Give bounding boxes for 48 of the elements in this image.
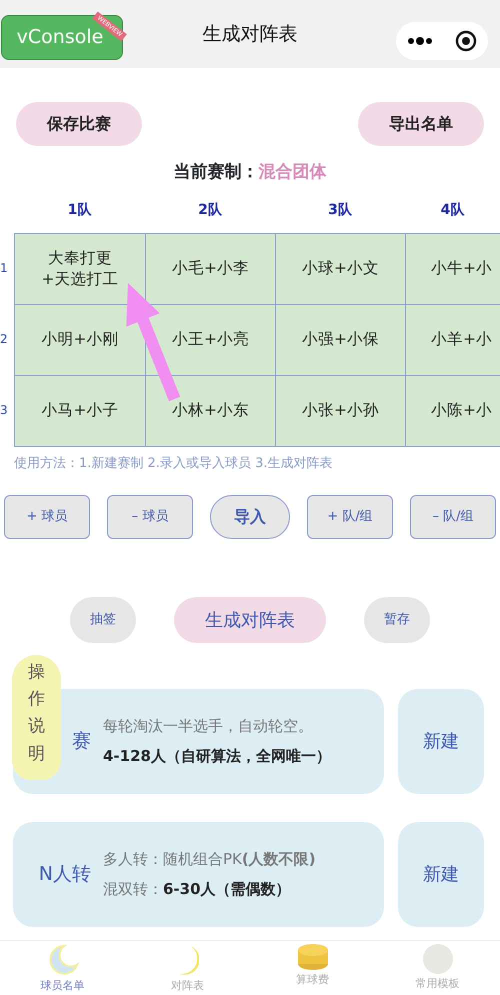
table-cell[interactable]: 小林+小东 (145, 374, 276, 446)
tool-button[interactable]: – 队/组 (410, 495, 496, 539)
format-line: 混双转：6-30人（需偶数） (103, 880, 292, 899)
action-button[interactable]: 抽签 (70, 597, 136, 643)
table-cell[interactable]: 大奉打更 +天选打工 (14, 232, 146, 304)
usage-text: 使用方法：1.新建赛制 2.录入或导入球员 3.生成对阵表 (13, 454, 334, 472)
tool-button[interactable]: + 球员 (4, 495, 90, 539)
top-button[interactable]: 保存比赛 (16, 102, 142, 146)
column-header: 1队 (66, 200, 92, 220)
row-number: 2 (0, 331, 9, 348)
table-cell[interactable]: 小强+小保 (275, 304, 406, 376)
tool-button[interactable]: + 队/组 (307, 495, 393, 539)
new-button[interactable]: 新建 (398, 822, 484, 927)
table-cell[interactable]: 小王+小亮 (145, 304, 276, 376)
format-line: 每轮淘汰一半选手，自动轮空。 (103, 717, 314, 736)
table-cell[interactable]: 小牛+小 (405, 232, 500, 304)
table-cell[interactable]: 小陈+小 (405, 374, 500, 446)
column-header: 3队 (327, 200, 353, 220)
moon-icon (176, 944, 198, 976)
format-line: 多人转：随机组合PK(人数不限) (103, 850, 316, 870)
format-label: 当前赛制： (174, 162, 258, 182)
table-cell[interactable]: 小毛+小李 (145, 232, 276, 304)
coin-icon (298, 944, 328, 970)
row-number: 3 (0, 402, 9, 419)
format-value: 混合团体 (258, 162, 326, 182)
column-header: 2队 (197, 200, 223, 220)
close-target-icon[interactable] (455, 30, 477, 52)
tool-button[interactable]: – 球员 (107, 495, 193, 539)
new-button[interactable]: 新建 (398, 689, 484, 794)
column-header: 4队 (440, 200, 466, 220)
table-cell[interactable]: 小羊+小 (405, 304, 500, 376)
format-title: N人转 (38, 863, 91, 886)
table-cell[interactable]: 小明+小刚 (14, 304, 146, 376)
more-icon[interactable] (407, 37, 433, 45)
format-line: 4-128人（自研算法，全网唯一） (103, 746, 331, 766)
page-title: 生成对阵表 (202, 22, 298, 47)
tool-button[interactable]: 导入 (210, 495, 290, 539)
help-note[interactable]: 操作说明 (12, 655, 61, 780)
action-button[interactable]: 暂存 (364, 597, 430, 643)
action-button[interactable]: 生成对阵表 (174, 597, 326, 643)
format-title: 赛 (72, 730, 91, 752)
tab-item[interactable]: 球员名单 (0, 941, 125, 995)
table-cell[interactable]: 小球+小文 (275, 232, 406, 304)
table-cell[interactable]: 小张+小孙 (275, 374, 406, 446)
row-number: 1 (0, 260, 9, 277)
top-button[interactable]: 导出名单 (358, 102, 484, 146)
disc-icon (422, 944, 452, 974)
table-cell[interactable]: 小马+小子 (14, 374, 146, 446)
